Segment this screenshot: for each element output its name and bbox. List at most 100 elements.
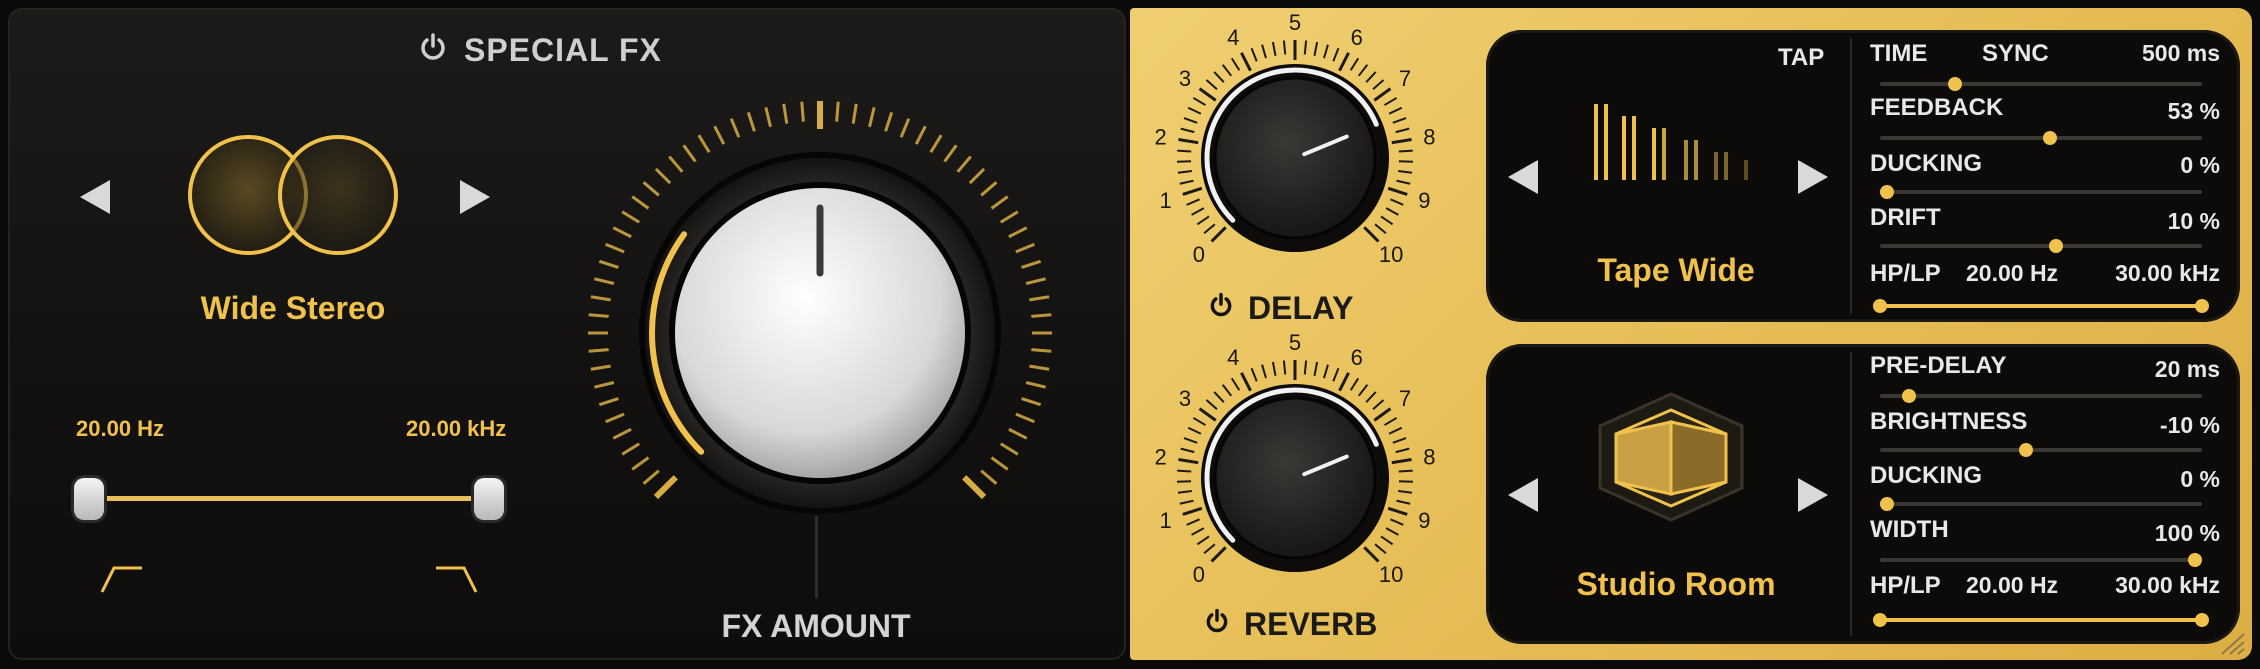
- drift-slider[interactable]: [1880, 239, 2202, 253]
- reverb-prev-button[interactable]: [1508, 478, 1538, 512]
- fx-amount-tick: [1029, 364, 1050, 371]
- reverb-knob-tick: [1196, 535, 1210, 546]
- delay-prev-button[interactable]: [1508, 160, 1538, 194]
- reverb-knob-tick: [1395, 447, 1410, 454]
- reverb-knob-tick: [1338, 372, 1350, 392]
- special-fx-power-icon[interactable]: [418, 32, 448, 67]
- delay-next-button[interactable]: [1798, 160, 1828, 194]
- delay-knob-tick: [1240, 52, 1252, 72]
- special-fx-prev-button[interactable]: [80, 180, 110, 214]
- delay-knob[interactable]: 0 1 2 3 4 5 6 7 8 9 10: [1130, 8, 1460, 308]
- fx-amount-tick: [764, 107, 772, 128]
- delay-knob-tick: [1177, 170, 1192, 174]
- brightness-slider-handle[interactable]: [2018, 443, 2033, 457]
- reverb-knob-tick: [1271, 361, 1277, 377]
- reverb-preset-name: Studio Room: [1576, 566, 1776, 602]
- fx-amount-tick: [590, 364, 611, 371]
- reverb-next-button[interactable]: [1798, 478, 1828, 512]
- fx-amount-tick: [835, 101, 840, 122]
- reverb-knob-tick: [1387, 506, 1408, 516]
- fx-amount-tick: [594, 381, 615, 389]
- drift-slider-handle[interactable]: [2049, 239, 2064, 253]
- tap-button[interactable]: TAP: [1778, 44, 1824, 72]
- fx-amount-tick: [612, 427, 632, 440]
- reverb-knob-tick: [1192, 417, 1206, 426]
- width-slider-handle[interactable]: [2188, 553, 2202, 567]
- delay-knob-tick: [1205, 79, 1218, 90]
- reverb-knob-tick: [1178, 458, 1199, 465]
- reverb-knob-tick: [1384, 417, 1398, 426]
- delay-ducking-label: DUCKING: [1870, 150, 1982, 177]
- delay-params: TIME SYNC 500 ms FEEDBACK 53 % DUCKING 0…: [1870, 38, 2220, 318]
- fx-amount-tick: [884, 111, 894, 132]
- fx-amount-tick: [980, 181, 998, 197]
- reverb-hplp-label: HP/LP: [1870, 572, 1941, 599]
- reverb-knob-tick: [1282, 360, 1287, 375]
- width-value: 100 %: [2154, 520, 2220, 546]
- reverb-power-icon[interactable]: [1204, 608, 1230, 639]
- feedback-slider[interactable]: [1880, 131, 2202, 145]
- time-slider[interactable]: [1880, 77, 2202, 91]
- delay-knob-tick: [1186, 198, 1200, 206]
- fx-amount-tick: [631, 195, 650, 210]
- brightness-slider[interactable]: [1880, 443, 2202, 457]
- sync-button[interactable]: SYNC: [1982, 40, 2049, 68]
- freq-range-track[interactable]: [90, 496, 488, 501]
- delay-knob-tick: [1178, 138, 1199, 145]
- time-label: TIME: [1870, 40, 1928, 67]
- low-freq-handle[interactable]: [74, 478, 104, 520]
- reverb-knob-tick: [1349, 377, 1360, 391]
- delay-knob-tick: [1323, 44, 1329, 59]
- reverb-knob-tick: [1250, 367, 1258, 382]
- delay-knob-tick: [1396, 179, 1411, 185]
- delay-knob-tick: [1179, 179, 1194, 185]
- reverb-knob-tick: [1191, 527, 1205, 536]
- reverb-knob-tick: [1357, 384, 1369, 397]
- delay-knob-tick: [1349, 57, 1360, 71]
- delay-knob-tick-label: 10: [1379, 242, 1403, 267]
- fx-amount-knob[interactable]: [580, 88, 1060, 548]
- delay-preset-name: Tape Wide: [1597, 252, 1755, 288]
- reverb-params: PRE-DELAY 20 ms BRIGHTNESS -10 % DUCKING…: [1870, 352, 2220, 638]
- reverb-ducking-slider-handle[interactable]: [1880, 497, 1894, 511]
- reverb-ducking-slider[interactable]: [1880, 497, 2202, 511]
- predelay-slider-handle[interactable]: [1901, 389, 1916, 403]
- predelay-slider[interactable]: [1880, 389, 2202, 403]
- feedback-slider-handle[interactable]: [2043, 131, 2058, 145]
- resize-grip-icon[interactable]: [2218, 632, 2246, 656]
- fx-amount-tick: [621, 442, 641, 456]
- reverb-hplp-range[interactable]: [1873, 613, 2209, 627]
- reverb-hp-handle[interactable]: [1873, 613, 1887, 627]
- delay-hplp-range[interactable]: [1873, 299, 2209, 313]
- delay-knob-tick-label: 7: [1399, 66, 1411, 91]
- delay-power-icon[interactable]: [1208, 292, 1234, 323]
- fx-amount-tick: [929, 134, 943, 154]
- fx-amount-tick: [1015, 242, 1035, 254]
- fx-amount-tick: [697, 134, 711, 154]
- fx-amount-tick: [668, 155, 684, 173]
- special-fx-section: SPECIAL FX Wide Stereo 20.00 Hz 20.00 kH…: [8, 8, 1126, 660]
- special-fx-next-button[interactable]: [460, 180, 490, 214]
- high-freq-handle[interactable]: [474, 478, 504, 520]
- time-slider-handle[interactable]: [1947, 77, 1962, 91]
- delay-ducking-slider-handle[interactable]: [1880, 185, 1894, 199]
- delay-knob-tick: [1191, 207, 1205, 216]
- reverb-lp-handle[interactable]: [2195, 613, 2209, 627]
- fx-amount-tick: [612, 226, 632, 239]
- reverb-knob-tick: [1313, 361, 1319, 377]
- delay-hp-handle[interactable]: [1873, 299, 1887, 313]
- delay-ducking-slider[interactable]: [1880, 185, 2202, 199]
- delay-lp-handle[interactable]: [2195, 299, 2209, 313]
- width-slider[interactable]: [1880, 553, 2202, 567]
- delay-knob-tick-label: 3: [1179, 66, 1191, 91]
- fx-amount-tick: [1021, 259, 1042, 269]
- reverb-knob-tick-label: 6: [1351, 345, 1363, 370]
- reverb-knob[interactable]: 0 1 2 3 4 5 6 7 8 9 10: [1130, 328, 1460, 628]
- delay-knob-tick-label: 6: [1351, 25, 1363, 50]
- reverb-panel: Studio Room PRE-DELAY 20 ms BRIGHTNESS -…: [1486, 344, 2240, 644]
- reverb-knob-tick-label: 7: [1399, 386, 1411, 411]
- reverb-knob-tick: [1303, 360, 1308, 375]
- delay-knob-tick: [1398, 170, 1413, 174]
- reverb-knob-tick: [1261, 364, 1267, 379]
- reverb-knob-tick: [1230, 377, 1241, 391]
